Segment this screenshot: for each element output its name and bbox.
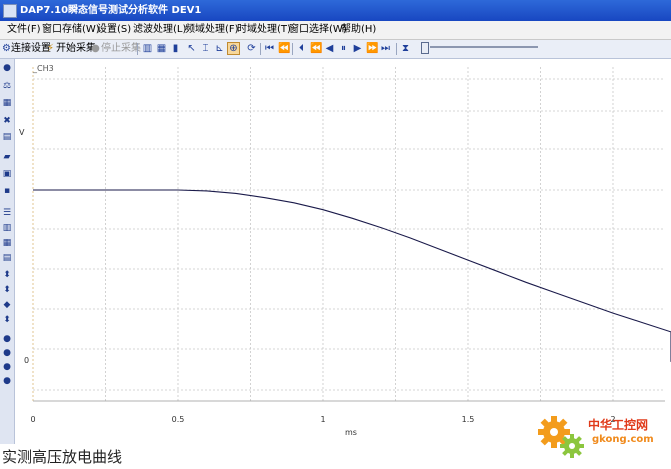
tools-icon[interactable]: ✖	[2, 116, 12, 126]
stop-acquisition-button[interactable]: 停止采集	[101, 42, 141, 56]
pointer-icon[interactable]: ↖	[186, 43, 197, 54]
bar-chart-icon[interactable]: ▮	[170, 43, 181, 54]
waveform-line	[33, 189, 671, 362]
menu-settings[interactable]: 设置(S)	[97, 23, 131, 37]
channel-icon[interactable]: ●	[2, 63, 12, 73]
menu-frequency[interactable]: 频域处理(F)	[185, 23, 239, 37]
window-title: DAP7.10瞬态信号测试分析软件 DEV1	[20, 5, 202, 16]
app-window: DAP7.10瞬态信号测试分析软件 DEV1 文件(F) 窗口存储(W) 设置(…	[0, 0, 671, 444]
x-tick-label: 0.5	[172, 415, 185, 424]
waveform-plot[interactable]: _CH3 V 0 00.511.522.533.5 ms	[15, 59, 671, 444]
figure-caption: 实测高压放电曲线	[2, 448, 123, 466]
left-toolbar: ● ⚖ ▦ ✖ ▤ ▰ ▣ ▪ ☰ ▥ ▦ ▤ ⬍ ⬍ ◆ ⬍ ● ● ● ●	[0, 59, 15, 444]
pause-icon[interactable]: ⏸	[338, 43, 349, 54]
channel-label: _CH3	[32, 64, 54, 73]
y-unit-label: V	[19, 128, 25, 137]
menu-window-save[interactable]: 窗口存储(W)	[42, 23, 100, 37]
save-icon[interactable]: ▪	[2, 186, 12, 196]
open-folder-icon[interactable]: ▰	[2, 152, 12, 162]
plot-grid	[32, 67, 665, 402]
play-icon[interactable]: ▶	[352, 43, 363, 54]
layout-rows-icon[interactable]: ☰	[2, 208, 12, 218]
dot-icon[interactable]: ●	[2, 362, 12, 372]
back-icon[interactable]: ◀	[324, 43, 335, 54]
menu-filter[interactable]: 滤波处理(L)	[133, 23, 186, 37]
zoom-y-in-icon[interactable]: ⬍	[2, 270, 12, 280]
title-bar: DAP7.10瞬态信号测试分析软件 DEV1	[0, 0, 671, 21]
fast-back-icon[interactable]: ⏪	[310, 43, 322, 54]
position-slider-thumb[interactable]	[421, 42, 429, 54]
x-tick-label: 1	[320, 415, 325, 424]
site-watermark: 中华工控网 gkong.com	[536, 412, 671, 462]
layout-list-icon[interactable]: ▤	[2, 253, 12, 263]
marker-icon[interactable]: ⧗	[400, 43, 411, 54]
table-icon[interactable]: ▤	[2, 132, 12, 142]
menu-time[interactable]: 时域处理(T)	[237, 23, 291, 37]
x-tick-label: 0	[30, 415, 35, 424]
x-tick-label: 1.5	[462, 415, 475, 424]
y-tick-label: 0	[24, 356, 29, 365]
waveform-chart: _CH3 V 0 00.511.522.533.5 ms	[19, 64, 671, 437]
stop-icon: ●	[91, 43, 100, 54]
watermark-url: gkong.com	[592, 434, 654, 445]
grid-view-icon[interactable]: ▦	[156, 43, 167, 54]
layout-grid-icon[interactable]: ▦	[2, 238, 12, 248]
cursor-icon[interactable]: ⌶	[200, 43, 211, 54]
menu-bar: 文件(F) 窗口存储(W) 设置(S) 滤波处理(L) 频域处理(F) 时域处理…	[0, 21, 671, 40]
dot-icon[interactable]: ●	[2, 334, 12, 344]
first-icon[interactable]: ⏮	[264, 43, 275, 54]
toolbar-separator	[292, 43, 293, 55]
position-slider-track[interactable]	[430, 46, 538, 48]
zoom-icon[interactable]: ⊕	[227, 42, 240, 55]
toolbar-separator	[137, 43, 138, 55]
fast-forward-icon[interactable]: ⏩	[366, 43, 378, 54]
step-back-icon[interactable]: ⏴	[296, 43, 307, 54]
prev-page-icon[interactable]: ⏪	[278, 43, 290, 54]
move-y-icon[interactable]: ◆	[2, 300, 12, 310]
dot-icon[interactable]: ●	[2, 376, 12, 386]
gear-logo-icon	[538, 416, 584, 458]
measure-icon[interactable]: ⊾	[214, 43, 225, 54]
fit-y-icon[interactable]: ⬍	[2, 315, 12, 325]
app-icon	[3, 4, 17, 18]
zoom-y-out-icon[interactable]: ⬍	[2, 285, 12, 295]
last-icon[interactable]: ⏭	[380, 43, 391, 54]
layout-cols-icon[interactable]: ▥	[2, 223, 12, 233]
split-view-icon[interactable]: ▥	[142, 43, 153, 54]
menu-window-select[interactable]: 窗口选择(W)	[289, 23, 347, 37]
print-icon[interactable]: ▣	[2, 169, 12, 179]
toolbar: ⚙ 连接设置 ⚡ 开始采集 ● 停止采集 ▥ ▦ ▮ ↖ ⌶ ⊾ ⊕ ⟳ ⏮ ⏪…	[0, 40, 671, 59]
start-icon: ⚡	[46, 43, 55, 54]
watermark-name: 中华工控网	[588, 418, 649, 432]
dot-icon[interactable]: ●	[2, 348, 12, 358]
refresh-icon[interactable]: ⟳	[246, 43, 257, 54]
menu-file[interactable]: 文件(F)	[7, 23, 41, 37]
grid-icon[interactable]: ▦	[2, 98, 12, 108]
x-unit-label: ms	[345, 428, 357, 437]
toolbar-separator	[260, 43, 261, 55]
toolbar-separator	[396, 43, 397, 55]
scale-icon[interactable]: ⚖	[2, 81, 12, 91]
menu-help[interactable]: 帮助(H)	[341, 23, 376, 37]
